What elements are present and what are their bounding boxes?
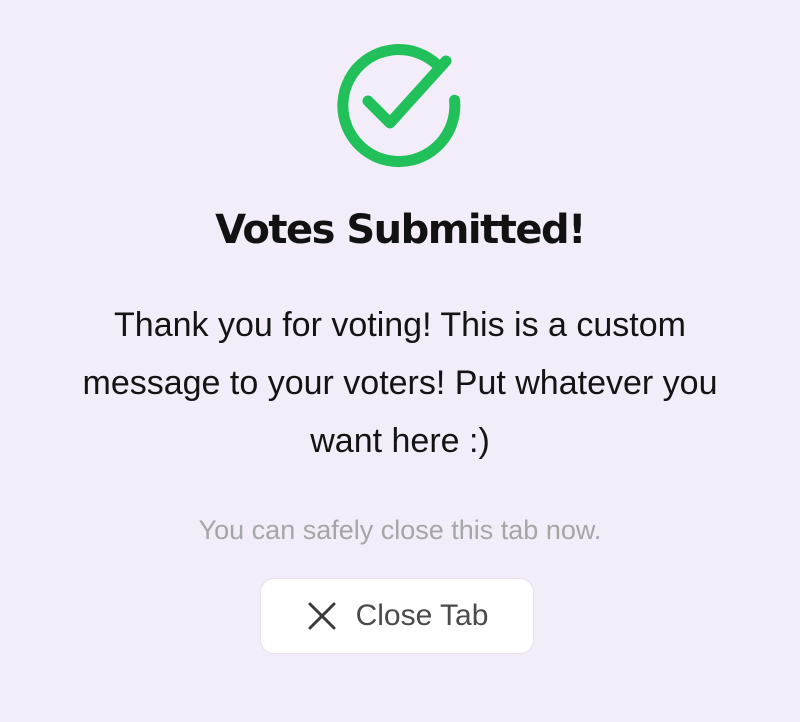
page-title: Votes Submitted! <box>215 207 586 253</box>
vote-confirmation-page: Votes Submitted! Thank you for voting! T… <box>0 0 800 722</box>
close-icon <box>308 602 336 630</box>
close-tab-button[interactable]: Close Tab <box>260 578 534 654</box>
close-hint: You can safely close this tab now. <box>198 515 602 545</box>
check-circle-icon <box>334 44 462 172</box>
close-tab-label: Close Tab <box>355 599 489 632</box>
custom-message-line: message to your voters! Put whatever you <box>82 364 718 402</box>
custom-message-line: want here :) <box>310 422 490 460</box>
custom-message-line: Thank you for voting! This is a custom <box>114 306 686 344</box>
custom-message: Thank you for voting! This is a custom m… <box>40 296 760 470</box>
